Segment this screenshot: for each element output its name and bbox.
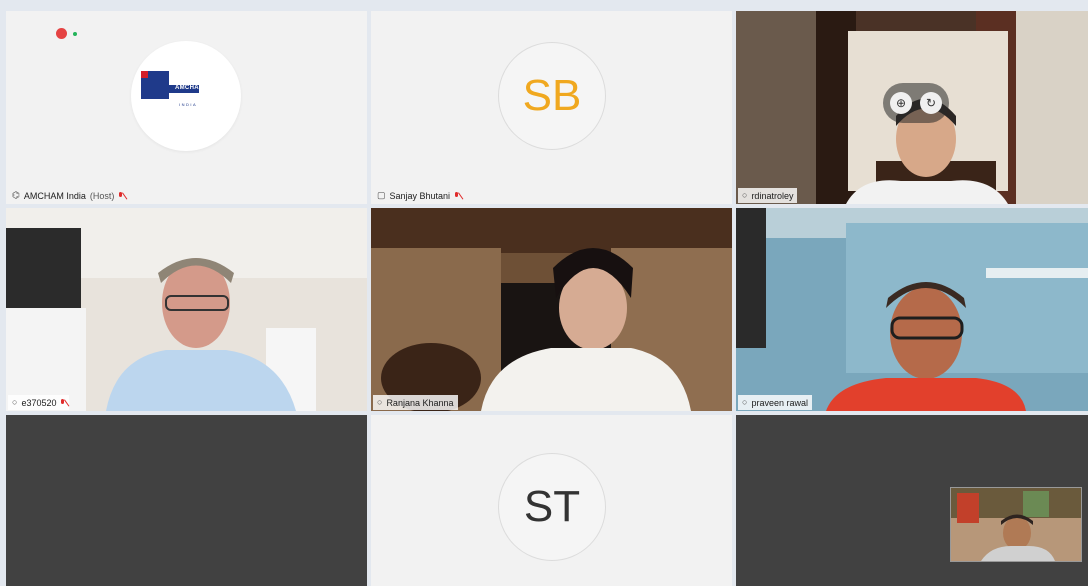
participant-name-tag: ⌬ AMCHAM India (Host) xyxy=(8,188,127,203)
avatar-initials-text: SB xyxy=(522,71,582,120)
muted-mic-icon xyxy=(118,191,123,200)
avatar-initials: ST xyxy=(498,453,606,561)
avatar-initials-text: ST xyxy=(523,482,581,531)
logo-text: AMCHAM xyxy=(175,85,205,91)
video-controls-overlay: ⊕ ↻ xyxy=(883,83,949,123)
self-view-thumbnail[interactable] xyxy=(950,487,1082,562)
video-off-icon: ▢ xyxy=(377,190,386,200)
host-label: (Host) xyxy=(89,190,115,201)
participant-tile-ranjana[interactable]: ○ Ranjana Khanna xyxy=(371,208,732,411)
amcham-logo: AMCHAM INDIA xyxy=(131,41,241,151)
video-feed xyxy=(6,208,367,411)
muted-mic-icon xyxy=(454,191,459,200)
video-feed xyxy=(371,208,732,411)
participant-name-tag: ○ e370520 xyxy=(8,395,70,410)
mic-icon: ○ xyxy=(742,190,748,200)
participant-tile-st[interactable]: ST xyxy=(371,415,732,586)
avatar-initials: SB xyxy=(498,42,606,150)
participant-tile-amcham[interactable]: AMCHAM INDIA ⌬ AMCHAM India (Host) xyxy=(6,11,367,204)
participant-tile-praveen[interactable]: ○ praveen rawal xyxy=(736,208,1088,411)
status-indicator xyxy=(56,28,77,39)
participant-name: AMCHAM India xyxy=(23,190,86,201)
participant-name: rdinatroley xyxy=(751,190,794,201)
participant-name: Ranjana Khanna xyxy=(386,397,454,408)
empty-tile xyxy=(6,415,367,586)
logo-subtext: INDIA xyxy=(179,102,198,107)
self-video-feed xyxy=(951,488,1081,561)
participant-name-tag: ○ praveen rawal xyxy=(738,395,812,410)
connection-icon xyxy=(73,31,77,36)
participant-tile-sanjay[interactable]: SB ▢ Sanjay Bhutani xyxy=(371,11,732,204)
participant-name: e370520 xyxy=(21,397,57,408)
participant-name-tag: ○ Ranjana Khanna xyxy=(373,395,458,410)
muted-mic-icon xyxy=(60,398,65,407)
share-screen-icon: ⌬ xyxy=(12,190,20,200)
pin-icon[interactable]: ⊕ xyxy=(890,92,912,114)
record-icon xyxy=(56,28,67,39)
participant-name-tag: ○ rdinatroley xyxy=(738,188,798,203)
participant-name-tag: ▢ Sanjay Bhutani xyxy=(373,188,463,203)
participant-name: Sanjay Bhutani xyxy=(389,190,451,201)
refresh-icon[interactable]: ↻ xyxy=(920,92,942,114)
participant-name: praveen rawal xyxy=(751,397,808,408)
mic-icon: ○ xyxy=(377,397,383,407)
mic-icon: ○ xyxy=(12,397,18,407)
participant-tile-e370520[interactable]: ○ e370520 xyxy=(6,208,367,411)
video-feed xyxy=(736,208,1088,411)
mic-icon: ○ xyxy=(742,397,748,407)
participant-tile-rdinatroley[interactable]: ⊕ ↻ ○ rdinatroley xyxy=(736,11,1088,204)
logo-mark-icon: AMCHAM INDIA xyxy=(141,71,205,107)
video-grid: AMCHAM INDIA ⌬ AMCHAM India (Host) SB ▢ … xyxy=(6,11,1088,586)
